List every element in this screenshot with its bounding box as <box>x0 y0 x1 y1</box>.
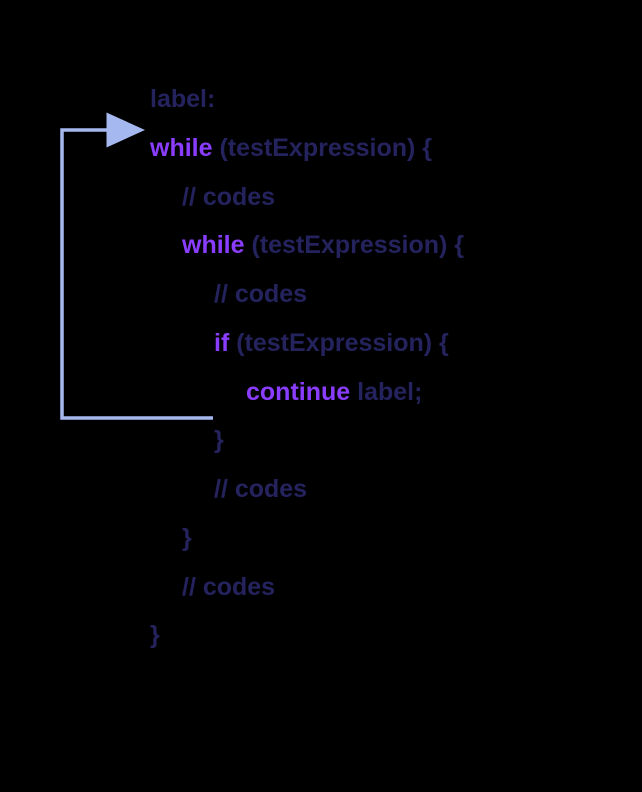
inner-while-line: while (testExpression) { <box>182 221 464 270</box>
while-keyword: while <box>182 231 245 259</box>
while-keyword: while <box>150 134 213 162</box>
label-text: label: <box>150 85 215 113</box>
codes-comment-2: // codes <box>214 270 464 319</box>
continue-line: continue label; <box>246 368 464 417</box>
if-keyword: if <box>214 329 229 357</box>
codes-comment-4: // codes <box>182 563 464 612</box>
close-brace-outer: } <box>150 611 464 660</box>
if-line: if (testExpression) { <box>214 319 464 368</box>
label-line: label: <box>150 75 464 124</box>
continue-label: label; <box>350 378 422 406</box>
close-brace-inner: } <box>182 514 464 563</box>
codes-comment-1: // codes <box>182 173 464 222</box>
close-brace-if: } <box>214 416 464 465</box>
while-cond: (testExpression) { <box>245 231 465 259</box>
continue-keyword: continue <box>246 378 350 406</box>
code-diagram: label: while (testExpression) { // codes… <box>150 75 464 660</box>
outer-while-line: while (testExpression) { <box>150 124 464 173</box>
while-cond: (testExpression) { <box>213 134 433 162</box>
codes-comment-3: // codes <box>214 465 464 514</box>
if-cond: (testExpression) { <box>229 329 449 357</box>
